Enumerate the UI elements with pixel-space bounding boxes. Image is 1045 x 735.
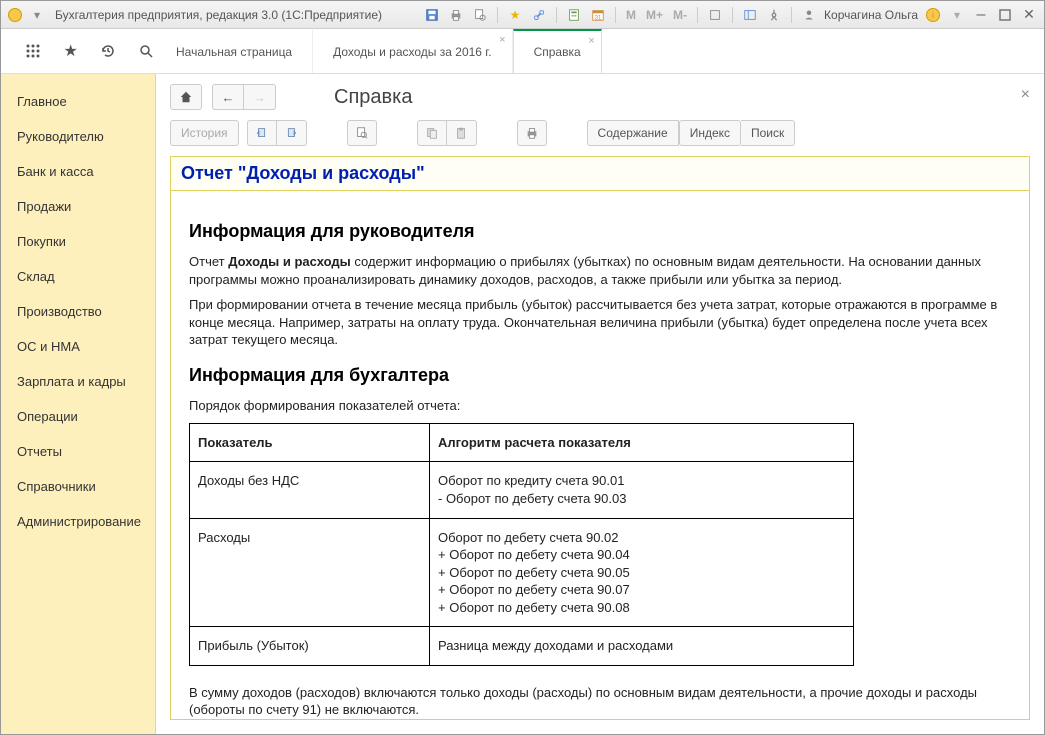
calendar-icon[interactable]: 31 [589, 6, 607, 24]
sidebar-item[interactable]: Операции [1, 399, 155, 434]
table-row: РасходыОборот по дебету счета 90.02+ Обо… [190, 518, 854, 627]
memory-m-button[interactable]: M [624, 6, 638, 24]
sidebar-item[interactable]: Покупки [1, 224, 155, 259]
tab[interactable]: Доходы и расходы за 2016 г. × [313, 29, 512, 73]
info-icon[interactable]: i [924, 6, 942, 24]
search-icon[interactable] [136, 41, 156, 61]
paragraph-2: При формировании отчета в течение месяца… [189, 296, 1011, 349]
tab[interactable]: Справка × [513, 29, 602, 73]
paragraph-1: Отчет Доходы и расходы содержит информац… [189, 253, 1011, 288]
dropdown-icon[interactable]: ▾ [29, 7, 45, 23]
tab-label: Начальная страница [176, 45, 292, 59]
paste-button[interactable] [447, 120, 477, 146]
search-button[interactable]: Поиск [741, 120, 795, 146]
print-icon[interactable] [447, 6, 465, 24]
tab-row: ★ Начальная страница Доходы и расходы за … [1, 29, 1044, 74]
sidebar-item[interactable]: Руководителю [1, 119, 155, 154]
sidebar-item[interactable]: Главное [1, 84, 155, 119]
maximize-button[interactable] [996, 6, 1014, 24]
app-window: ▾ Бухгалтерия предприятия, редакция 3.0 … [0, 0, 1045, 735]
window-icon[interactable] [706, 6, 724, 24]
minimize-button[interactable]: – [972, 6, 990, 24]
sidebar-item[interactable]: ОС и НМА [1, 329, 155, 364]
table-cell: Расходы [190, 518, 430, 627]
main-area: ← → Справка × История [156, 74, 1044, 734]
table-header: Алгоритм расчета показателя [430, 423, 854, 462]
sidebar-item[interactable]: Банк и касса [1, 154, 155, 189]
favorite-icon[interactable]: ★ [506, 6, 524, 24]
sidebar-item[interactable]: Администрирование [1, 504, 155, 539]
help-toolbar: История [156, 120, 1044, 156]
tab-close-icon[interactable]: × [499, 34, 505, 46]
print-help-button[interactable] [517, 120, 547, 146]
sidebar-item[interactable]: Зарплата и кадры [1, 364, 155, 399]
link-icon[interactable] [530, 6, 548, 24]
paragraph-3: Порядок формирования показателей отчета: [189, 397, 1011, 415]
sidebar-item[interactable]: Продажи [1, 189, 155, 224]
settings-icon[interactable] [765, 6, 783, 24]
heading-accountant: Информация для бухгалтера [189, 363, 1011, 387]
user-name: Корчагина Ольга [824, 8, 918, 22]
history-button[interactable]: История [170, 120, 239, 146]
app-icon [7, 7, 23, 23]
sidebar-item[interactable]: Справочники [1, 469, 155, 504]
panels-icon[interactable] [741, 6, 759, 24]
paragraph-4: В сумму доходов (расходов) включаются то… [189, 684, 1011, 719]
page-title: Справка [334, 86, 412, 109]
contents-button[interactable]: Содержание [587, 120, 679, 146]
index-button[interactable]: Индекс [679, 120, 741, 146]
table-cell: Оборот по кредиту счета 90.01- Оборот по… [430, 462, 854, 518]
tab-label: Справка [534, 45, 581, 59]
star-icon[interactable]: ★ [61, 41, 81, 61]
sidebar: ГлавноеРуководителюБанк и кассаПродажиПо… [1, 74, 156, 734]
preview-icon[interactable] [471, 6, 489, 24]
tab-label: Доходы и расходы за 2016 г. [333, 45, 491, 59]
heading-manager: Информация для руководителя [189, 219, 1011, 243]
memory-mminus-button[interactable]: M- [671, 6, 689, 24]
sidebar-item[interactable]: Склад [1, 259, 155, 294]
svg-text:31: 31 [595, 14, 602, 21]
sidebar-item[interactable]: Производство [1, 294, 155, 329]
titlebar: ▾ Бухгалтерия предприятия, редакция 3.0 … [1, 1, 1044, 29]
apps-icon[interactable] [23, 41, 43, 61]
table-cell: Разница между доходами и расходами [430, 627, 854, 666]
forward-button[interactable]: → [244, 84, 276, 110]
copy-button[interactable] [417, 120, 447, 146]
close-button[interactable]: ✕ [1020, 6, 1038, 24]
nav-prev-button[interactable] [247, 120, 277, 146]
user-icon [800, 6, 818, 24]
history-icon[interactable] [99, 41, 119, 61]
tab[interactable]: Начальная страница [156, 29, 313, 73]
table-row: Прибыль (Убыток)Разница между доходами и… [190, 627, 854, 666]
home-button[interactable] [170, 84, 202, 110]
page-close-button[interactable]: × [1021, 86, 1030, 104]
algorithm-table: ПоказательАлгоритм расчета показателяДох… [189, 423, 854, 666]
sidebar-item[interactable]: Отчеты [1, 434, 155, 469]
table-cell: Доходы без НДС [190, 462, 430, 518]
memory-mplus-button[interactable]: M+ [644, 6, 665, 24]
info-dropdown-icon[interactable]: ▾ [948, 6, 966, 24]
table-cell: Прибыль (Убыток) [190, 627, 430, 666]
help-content: Отчет "Доходы и расходы" Информация для … [170, 156, 1030, 720]
table-cell: Оборот по дебету счета 90.02+ Оборот по … [430, 518, 854, 627]
calculator-icon[interactable] [565, 6, 583, 24]
back-button[interactable]: ← [212, 84, 244, 110]
nav-next-button[interactable] [277, 120, 307, 146]
app-title: Бухгалтерия предприятия, редакция 3.0 (1… [55, 8, 382, 22]
help-title: Отчет "Доходы и расходы" [171, 157, 1029, 191]
table-header: Показатель [190, 423, 430, 462]
table-row: Доходы без НДСОборот по кредиту счета 90… [190, 462, 854, 518]
tab-close-icon[interactable]: × [588, 35, 594, 47]
find-button[interactable] [347, 120, 377, 146]
save-icon[interactable] [423, 6, 441, 24]
